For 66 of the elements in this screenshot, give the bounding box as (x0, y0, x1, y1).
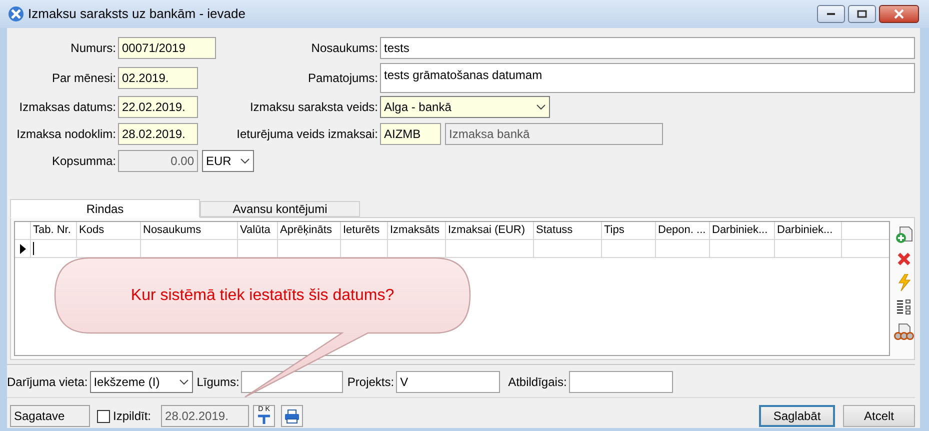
date-field[interactable]: 28.02.2019. (118, 123, 198, 145)
column-header[interactable]: Tab. Nr. (31, 222, 77, 239)
text-cursor (33, 242, 34, 255)
column-header[interactable]: Nosaukums (141, 222, 238, 239)
close-button[interactable] (879, 5, 919, 23)
status-field: Sagatave (10, 405, 90, 427)
tab[interactable]: Avansu kontējumi (200, 201, 360, 217)
number-field[interactable]: 00071/2019 (118, 37, 216, 59)
chevron-down-icon (240, 158, 250, 164)
chevron-down-icon (178, 379, 189, 385)
field-label: Kopsumma: (52, 154, 116, 168)
tab[interactable]: Rindas (10, 199, 200, 218)
column-header[interactable]: Tips (602, 222, 656, 239)
printer-icon (284, 408, 300, 424)
list-type-select[interactable]: Alga - bankā (380, 96, 550, 118)
field-label: Darījuma vieta: (7, 374, 88, 391)
column-header[interactable]: Darbiniek... (710, 222, 775, 239)
column-header[interactable]: Valūta (238, 222, 278, 239)
transaction-place-select[interactable]: Iekšzeme (I) (90, 371, 193, 393)
app-logo-icon (8, 6, 24, 22)
column-header[interactable]: Ieturēts (341, 222, 388, 239)
lightning-icon[interactable] (896, 274, 910, 291)
column-header[interactable]: Darbiniek... (775, 222, 842, 239)
field-label: Līgums: (196, 374, 240, 391)
reason-field[interactable]: tests grāmatošanas datumam (380, 63, 915, 93)
date-field[interactable]: 22.02.2019. (118, 96, 198, 118)
maximize-button[interactable] (848, 5, 876, 23)
column-header[interactable]: Aprēķināts (278, 222, 341, 239)
document-chain-icon[interactable] (894, 323, 914, 341)
currency-select[interactable]: EUR (202, 150, 254, 172)
print-button[interactable] (281, 405, 304, 427)
field-label: Projekts: (347, 374, 394, 391)
field-label: Izmaksas datums: (19, 100, 116, 114)
callout-text: Kur sistēmā tiek iestatīts šis datums? (130, 286, 394, 306)
deduction-code-field[interactable]: AIZMB (380, 123, 441, 145)
field-label: Ieturējuma veids izmaksai: (236, 127, 378, 141)
field-label: Izmaksa nodoklim: (16, 127, 116, 141)
column-header[interactable]: Statuss (534, 222, 602, 239)
dialog-button[interactable]: Saglabāt (759, 405, 835, 427)
tree-list-icon[interactable] (896, 299, 912, 315)
column-header[interactable]: Depon. ... (656, 222, 710, 239)
window-title: Izmaksu saraksts uz bankām - ievade (28, 5, 246, 24)
add-document-icon[interactable] (894, 226, 912, 244)
name-field[interactable]: tests (380, 37, 915, 59)
field-label: Par mēnesi: (52, 71, 116, 85)
close-icon (894, 9, 904, 19)
project-field[interactable]: V (396, 371, 500, 393)
field-label: Izmaksu saraksta veids: (250, 100, 378, 114)
column-header[interactable]: Izmaksai (EUR) (446, 222, 534, 239)
field-label: Pamatojums: (308, 71, 378, 85)
contract-field[interactable] (241, 371, 344, 393)
maximize-icon (857, 10, 867, 18)
responsible-field[interactable] (568, 371, 673, 393)
checkbox-label: Izpildīt: (113, 408, 152, 425)
dialog-button[interactable]: Atcelt (843, 405, 915, 427)
field-label: Numurs: (70, 41, 116, 55)
delete-icon[interactable] (896, 252, 910, 266)
chevron-down-icon (536, 104, 546, 110)
field-label: Nosaukums: (311, 41, 378, 55)
minimize-button[interactable] (817, 5, 845, 23)
month-field[interactable]: 02.2019. (118, 67, 198, 89)
column-header[interactable]: Kods (77, 222, 141, 239)
minimize-icon (826, 12, 836, 16)
column-header[interactable]: Izmaksāts (388, 222, 446, 239)
field-label: Atbildīgais: (508, 374, 567, 391)
complete-checkbox[interactable] (97, 410, 110, 422)
